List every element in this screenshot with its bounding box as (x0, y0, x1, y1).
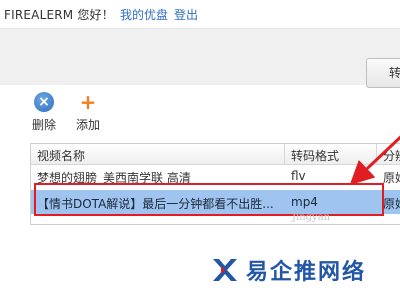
delete-icon: × (34, 92, 54, 112)
brand: 易企推网络 (210, 254, 366, 286)
watermark-text: Jingyan (292, 212, 331, 223)
delete-button[interactable]: × 删除 (26, 92, 62, 133)
header-video-name[interactable]: 视频名称 (37, 147, 85, 164)
brand-logo-icon (213, 259, 237, 281)
row-video-name: 【情书DOTA解说】最后一分钟都看不出胜... (37, 197, 274, 211)
video-table: 视频名称 转码格式 分辨 梦想的翅膀_美西南学联 高清 flv 原始 【情书DO… (30, 143, 400, 225)
table-header: 视频名称 转码格式 分辨 (31, 144, 400, 165)
add-label: 添加 (75, 118, 100, 132)
convert-button[interactable]: 转 (366, 58, 400, 88)
add-icon: + (78, 90, 98, 114)
row-format: mp4 (291, 195, 318, 209)
row-video-name: 梦想的翅膀_美西南学联 高清 (37, 171, 191, 185)
row-resolution: 原始 (383, 197, 400, 211)
header-resolution[interactable]: 分辨 (383, 147, 400, 164)
brand-text: 易企推网络 (246, 260, 367, 285)
logout-link[interactable]: 登出 (174, 6, 198, 23)
toolbar-band (0, 29, 400, 85)
my-udisk-link[interactable]: 我的优盘 (120, 6, 168, 23)
delete-label: 删除 (31, 118, 56, 132)
user-greeting: FIREALERM 您好！ (4, 7, 114, 22)
table-row-selected[interactable]: 【情书DOTA解说】最后一分钟都看不出胜... mp4 原始 (31, 190, 400, 214)
header-format[interactable]: 转码格式 (291, 147, 339, 164)
row-resolution: 原始 (383, 171, 400, 185)
table-row[interactable]: 梦想的翅膀_美西南学联 高清 flv 原始 (31, 165, 400, 187)
add-button[interactable]: + 添加 (70, 92, 106, 133)
top-bar: FIREALERM 您好！ 我的优盘 登出 (0, 0, 400, 29)
row-format: flv (291, 169, 306, 183)
